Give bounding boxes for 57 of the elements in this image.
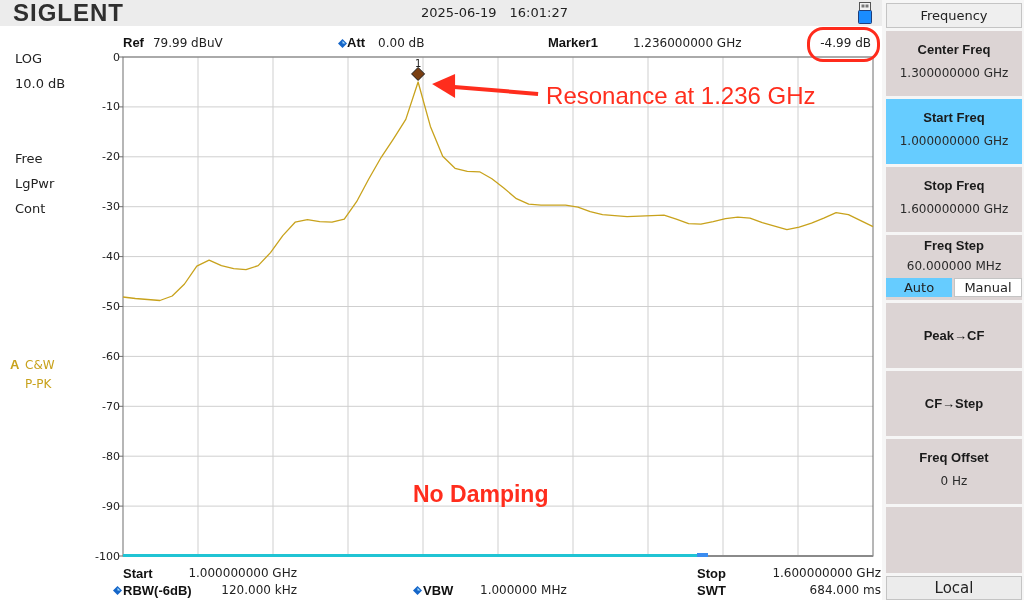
setting-text: Free [15,150,43,167]
param-value: 1.000000 MHz [480,583,567,598]
time-text: 16:01:27 [509,5,568,21]
softkey[interactable]: Stop Freq 1.600000000 GHz [886,167,1022,232]
readout-label: Att [347,36,366,50]
brand-logo: SIGLENT [13,1,124,25]
axis-tick-label: -70 [102,399,120,413]
local-button[interactable]: Local [886,576,1022,600]
trace-name: A [10,357,21,372]
callout-text: Resonance at 1.236 GHz [546,81,816,109]
softkey-value: 60.000000 MHz [906,258,1002,274]
axis-tick-label: 0 [113,50,120,64]
scale-text: LOG [15,50,43,67]
date-text: 2025-06-19 [421,5,497,21]
axis-tick-label: -30 [102,200,120,214]
readout-label: Ref [123,36,144,50]
axis-tick-label: -10 [102,100,120,114]
param-label: Stop [697,566,726,581]
mode-option[interactable]: Manual [954,278,1022,297]
trace-detector: P-PK [25,376,52,391]
axis-tick-label: -60 [102,349,120,363]
menu-title: Frequency [886,3,1022,28]
setting-text: Cont [15,200,46,217]
axis-tick-label: -80 [102,449,120,463]
marker-label: Marker1 [548,36,598,50]
param-label: VBW [423,583,454,598]
axis-tick-label: -20 [102,150,120,164]
softkey[interactable]: Freq Step 60.000000 MHz Auto Manual [886,235,1022,300]
trace-mode: C&W [25,357,55,372]
param-label: Start [123,566,153,581]
param-label: RBW(-6dB) [123,583,192,598]
softkey[interactable]: Start Freq 1.000000000 GHz [886,99,1022,164]
softkey[interactable]: Center Freq 1.300000000 GHz [886,31,1022,96]
marker-diamond-icon [411,66,426,81]
axis-tick-label: -90 [102,499,120,513]
readout-value: 79.99 dBuV [152,36,223,50]
setting-text: LgPwr [15,175,55,192]
param-value: 1.000000000 GHz [188,566,297,581]
mode-option[interactable]: Auto [886,278,952,297]
softkey[interactable]: CF→Step [886,371,1022,436]
readout-value: 0.00 dB [378,36,425,50]
note-text: No Damping [413,481,549,507]
softkey[interactable]: Peak→CF [886,303,1022,368]
axis-tick-label: -100 [95,549,120,562]
param-value: 1.600000000 GHz [772,566,881,581]
marker-number: 1 [414,57,422,69]
marker-amplitude: -4.99 dB [820,36,871,50]
softkey-label: Freq Step [924,238,984,254]
softkey[interactable]: Freq Offset 0 Hz [886,439,1022,504]
param-label: SWT [697,583,726,598]
param-value: 684.000 ms [809,583,881,598]
axis-tick-label: -50 [102,300,120,313]
param-value: 120.000 kHz [221,583,297,598]
axis-tick-label: -40 [102,250,120,264]
marker-frequency: 1.236000000 GHz [632,36,742,50]
empty-softkey[interactable] [886,507,1022,573]
scale-text: 10.0 dB [15,75,66,92]
